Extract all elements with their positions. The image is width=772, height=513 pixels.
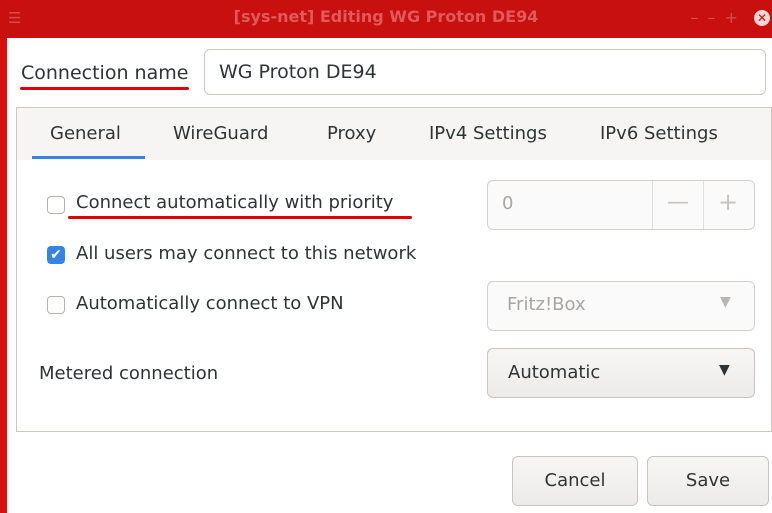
auto-vpn-label: Automatically connect to VPN: [76, 293, 344, 314]
connection-name-input[interactable]: WG Proton DE94: [204, 49, 766, 95]
connection-name-label: Connection name: [21, 62, 189, 84]
tab-ipv6-settings[interactable]: IPv6 Settings: [600, 123, 718, 144]
auto-vpn-checkbox[interactable]: [47, 296, 65, 314]
spin-divider: [703, 181, 704, 229]
annotation-underline: [20, 87, 189, 90]
metered-label: Metered connection: [39, 363, 219, 384]
vpn-select-value: Fritz!Box: [507, 294, 586, 315]
minus-icon[interactable]: —: [666, 190, 690, 215]
all-users-checkbox[interactable]: ✔: [47, 246, 65, 264]
tab-general[interactable]: General: [50, 123, 121, 144]
spin-divider: [652, 181, 653, 229]
window-title: [sys-net] Editing WG Proton DE94: [233, 7, 539, 26]
cancel-button[interactable]: Cancel: [512, 456, 638, 506]
plus-icon[interactable]: +: [716, 188, 740, 216]
active-tab-indicator: [32, 156, 145, 159]
auto-connect-checkbox[interactable]: [47, 196, 65, 214]
chevron-down-icon: ▼: [719, 362, 730, 378]
priority-spinbutton[interactable]: [487, 180, 755, 230]
chevron-down-icon: ▼: [720, 294, 731, 310]
annotation-underline: [68, 216, 412, 219]
tab-wireguard[interactable]: WireGuard: [173, 123, 268, 144]
auto-connect-label: Connect automatically with priority: [76, 192, 394, 213]
tab-proxy[interactable]: Proxy: [327, 123, 376, 144]
all-users-label: All users may connect to this network: [76, 243, 417, 264]
tab-ipv4-settings[interactable]: IPv4 Settings: [429, 123, 547, 144]
metered-select-value: Automatic: [508, 362, 601, 383]
window-border: [0, 38, 7, 513]
save-button[interactable]: Save: [647, 456, 769, 506]
close-icon[interactable]: ✕: [754, 10, 770, 26]
window-controls[interactable]: – – +: [690, 8, 740, 27]
priority-value[interactable]: 0: [502, 193, 513, 214]
